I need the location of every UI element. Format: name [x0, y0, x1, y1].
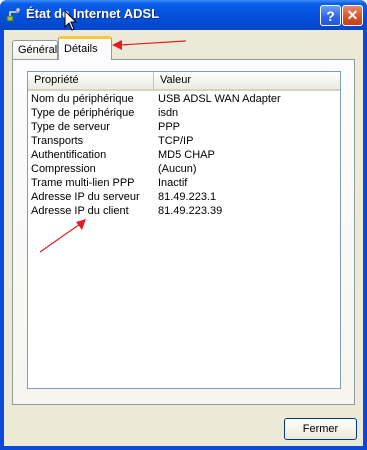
close-button[interactable]: Fermer: [284, 418, 357, 440]
help-button[interactable]: ?: [320, 5, 341, 26]
value-cell: MD5 CHAP: [158, 149, 215, 161]
dialog-body: Général Détails Propriété Valeur Nom du …: [4, 30, 363, 446]
close-icon: ✕: [346, 7, 359, 23]
value-cell: (Aucun): [158, 163, 197, 175]
property-cell: Nom du périphérique: [31, 93, 134, 105]
property-cell: Type de périphérique: [31, 107, 135, 119]
window-title: État de Internet ADSL: [26, 6, 160, 21]
dialog-window: État de Internet ADSL ? ✕ Général Détail…: [0, 0, 367, 450]
table-row[interactable]: Trame multi-lien PPP Inactif: [28, 176, 340, 190]
table-row[interactable]: Nom du périphérique USB ADSL WAN Adapter: [28, 92, 340, 106]
list-rows: Nom du périphérique USB ADSL WAN Adapter …: [28, 92, 340, 218]
column-header-property[interactable]: Propriété: [28, 72, 154, 89]
value-cell: USB ADSL WAN Adapter: [158, 93, 281, 105]
table-row[interactable]: Type de serveur PPP: [28, 120, 340, 134]
tab-general[interactable]: Général: [12, 40, 58, 60]
value-cell: Inactif: [158, 177, 188, 189]
details-panel: Propriété Valeur Nom du périphérique USB …: [12, 59, 355, 405]
table-row[interactable]: Transports TCP/IP: [28, 134, 340, 148]
table-row[interactable]: Adresse IP du client 81.49.223.39: [28, 204, 340, 218]
title-bar[interactable]: État de Internet ADSL ? ✕: [0, 0, 367, 30]
value-cell: 81.49.223.39: [158, 205, 223, 217]
property-cell: Compression: [31, 163, 96, 175]
properties-listview[interactable]: Propriété Valeur Nom du périphérique USB …: [27, 71, 341, 389]
table-row[interactable]: Adresse IP du serveur 81.49.223.1: [28, 190, 340, 204]
table-row[interactable]: Type de périphérique isdn: [28, 106, 340, 120]
table-row[interactable]: Compression (Aucun): [28, 162, 340, 176]
property-cell: Authentification: [31, 149, 107, 161]
property-cell: Trame multi-lien PPP: [31, 177, 135, 189]
tab-details[interactable]: Détails: [58, 36, 112, 60]
property-cell: Adresse IP du serveur: [31, 191, 140, 203]
network-connection-icon: [6, 7, 22, 23]
value-cell: PPP: [158, 121, 181, 133]
value-cell: TCP/IP: [158, 135, 194, 147]
mouse-cursor-icon: [64, 10, 78, 31]
table-row[interactable]: Authentification MD5 CHAP: [28, 148, 340, 162]
property-cell: Transports: [31, 135, 84, 147]
list-header: Propriété Valeur: [28, 72, 340, 91]
value-cell: isdn: [158, 107, 179, 119]
property-cell: Adresse IP du client: [31, 205, 129, 217]
property-cell: Type de serveur: [31, 121, 110, 133]
column-header-value[interactable]: Valeur: [154, 72, 340, 89]
value-cell: 81.49.223.1: [158, 191, 217, 203]
close-window-button[interactable]: ✕: [342, 5, 363, 26]
